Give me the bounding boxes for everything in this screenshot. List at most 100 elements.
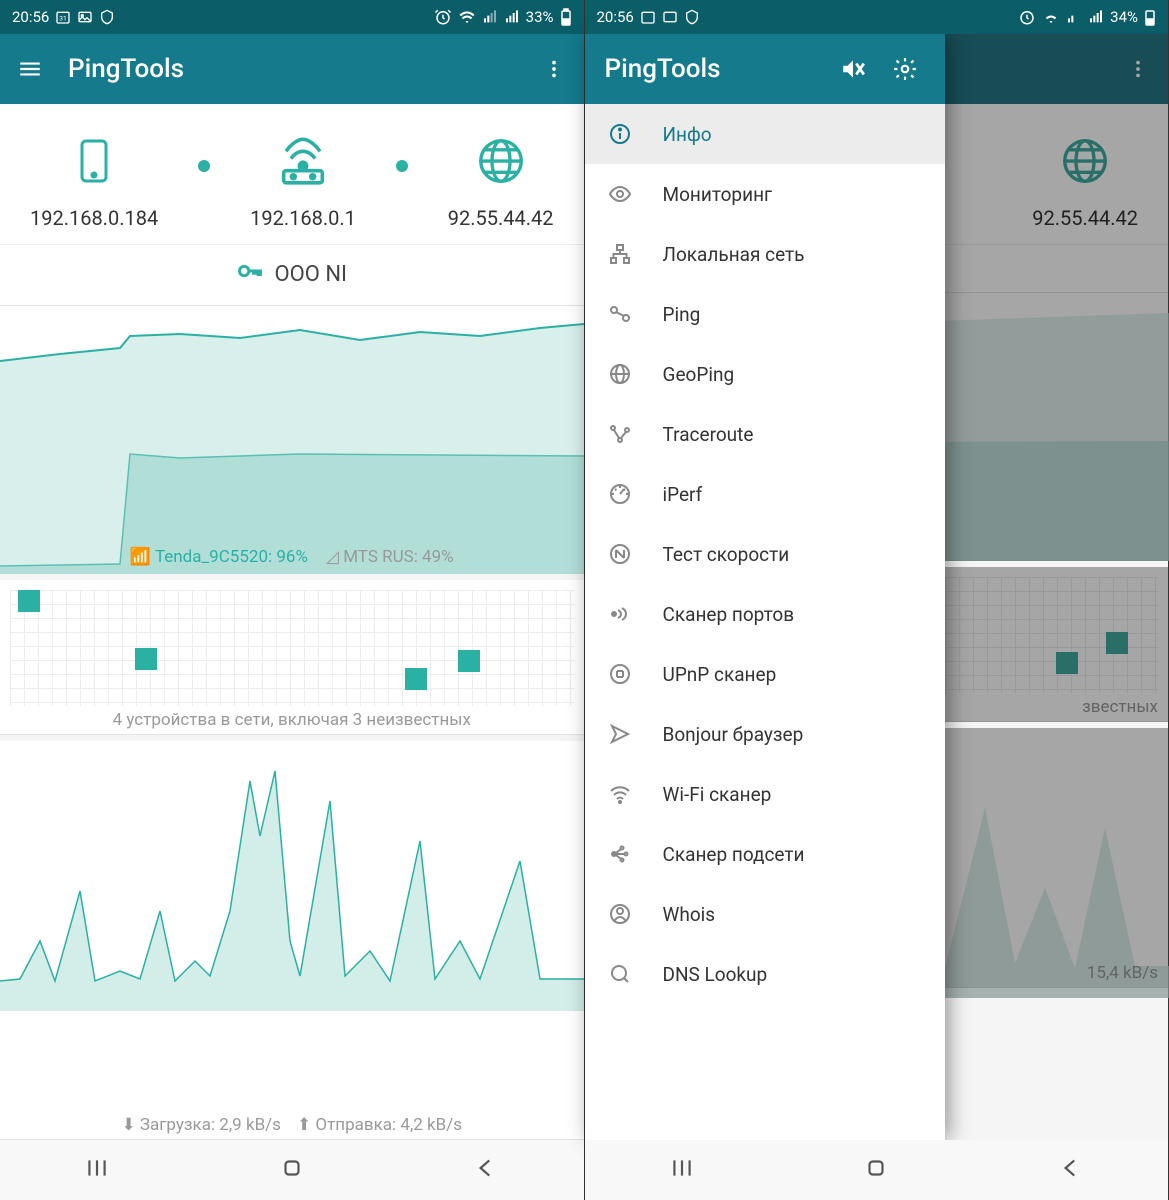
drawer-item-label: Ping	[663, 303, 701, 326]
drawer-item-traceroute[interactable]: Traceroute	[585, 404, 945, 464]
bonjour-icon	[605, 722, 635, 746]
upload-icon: ⬆	[297, 1115, 311, 1135]
wan-ip: 92.55.44.42	[448, 206, 554, 230]
signal-icon-2	[1088, 9, 1104, 25]
drawer-item-bonjour[interactable]: Bonjour браузер	[585, 704, 945, 764]
router-ip-block[interactable]: 192.168.0.1	[250, 132, 356, 230]
devices-chart[interactable]: 4 устройства в сети, включая 3 неизвестн…	[0, 580, 584, 735]
overflow-menu-button[interactable]	[534, 49, 574, 89]
device-marker	[405, 668, 427, 690]
wifi-icon	[605, 782, 635, 806]
phone-left: 20:56 31 33%	[0, 0, 585, 1200]
status-time: 20:56	[597, 8, 634, 26]
devices-summary-label: 4 устройства в сети, включая 3 неизвестн…	[0, 710, 584, 730]
signal-icon	[482, 9, 498, 25]
drawer-item-dns-lookup[interactable]: DNS Lookup	[585, 944, 945, 1004]
back-button[interactable]	[473, 1155, 499, 1185]
navigation-drawer: PingTools Инфо Мониторинг Локальная сеть	[585, 34, 945, 1140]
overflow-menu-button-bg	[1118, 49, 1158, 89]
drawer-item-label: Whois	[663, 903, 716, 926]
eye-icon	[605, 182, 635, 206]
image-icon	[77, 9, 93, 25]
globe-icon-bg	[1058, 132, 1112, 194]
back-button[interactable]	[1058, 1155, 1084, 1185]
wifi-icon	[458, 8, 476, 26]
traceroute-icon	[605, 422, 635, 446]
battery-icon	[1144, 8, 1156, 26]
drawer-header: PingTools	[585, 34, 945, 104]
device-marker	[18, 590, 40, 612]
drawer-item-wifi-scanner[interactable]: Wi-Fi сканер	[585, 764, 945, 824]
isp-row[interactable]: OOO NI	[0, 245, 584, 306]
drawer-item-lan[interactable]: Локальная сеть	[585, 224, 945, 284]
recents-button[interactable]	[669, 1155, 695, 1185]
cell-small-icon: ◿	[326, 547, 339, 567]
drawer-item-subnet-scanner[interactable]: Сканер подсети	[585, 824, 945, 884]
speed-icon	[605, 542, 635, 566]
alarm-icon	[1018, 8, 1036, 26]
signal-chart[interactable]: 📶 Tenda_9C5520: 96% ◿ MTS RUS: 49%	[0, 306, 584, 574]
drawer-item-label: Wi-Fi сканер	[663, 783, 772, 806]
drawer-item-iperf[interactable]: iPerf	[585, 464, 945, 524]
drawer-item-label: Инфо	[663, 123, 712, 146]
drawer-item-portscanner[interactable]: Сканер портов	[585, 584, 945, 644]
upload-label: Отправка: 4,2 kB/s	[315, 1115, 462, 1135]
shield-icon	[684, 9, 700, 25]
drawer-item-label: GeoPing	[663, 363, 735, 386]
drawer-item-label: Мониторинг	[663, 183, 773, 206]
traffic-chart[interactable]: ⬇ Загрузка: 2,9 kB/s ⬆ Отправка: 4,2 kB/…	[0, 741, 584, 1140]
alarm-icon	[434, 8, 452, 26]
drawer-item-info[interactable]: Инфо	[585, 104, 945, 164]
battery-icon	[560, 8, 572, 26]
download-label: Загрузка: 2,9 kB/s	[140, 1115, 281, 1135]
subnet-icon	[605, 842, 635, 866]
whois-icon	[605, 902, 635, 926]
ports-icon	[605, 602, 635, 626]
network-summary[interactable]: 192.168.0.184 192.168.0.1 92.55.44.42	[0, 104, 584, 245]
geoping-icon	[605, 362, 635, 386]
app-bar: PingTools	[0, 34, 584, 104]
signal-icon	[1066, 9, 1082, 25]
wan-ip-block[interactable]: 92.55.44.42	[448, 132, 554, 230]
drawer-item-speedtest[interactable]: Тест скорости	[585, 524, 945, 584]
upnp-icon	[605, 662, 635, 686]
mute-button[interactable]	[833, 56, 873, 82]
settings-button[interactable]	[885, 56, 925, 82]
home-button[interactable]	[279, 1155, 305, 1185]
svg-text:31: 31	[60, 14, 67, 22]
wifi-icon	[1042, 8, 1060, 26]
dns-icon	[605, 962, 635, 986]
drawer-item-label: Сканер портов	[663, 603, 795, 626]
android-nav-bar	[0, 1140, 584, 1200]
device-marker	[135, 648, 157, 670]
drawer-item-upnp[interactable]: UPnP сканер	[585, 644, 945, 704]
download-icon: ⬇	[121, 1115, 135, 1135]
shield-icon	[99, 9, 115, 25]
upload-fragment: 15,4 kB/s	[1087, 963, 1158, 983]
drawer-item-label: iPerf	[663, 483, 703, 506]
device-ip-block[interactable]: 192.168.0.184	[30, 132, 158, 230]
globe-icon	[474, 132, 528, 194]
drawer-item-label: DNS Lookup	[663, 963, 768, 986]
drawer-item-label: UPnP сканер	[663, 663, 777, 686]
home-button[interactable]	[863, 1155, 889, 1185]
connection-dot-icon	[396, 160, 408, 172]
drawer-item-label: Bonjour браузер	[663, 723, 804, 746]
traffic-labels: ⬇ Загрузка: 2,9 kB/s ⬆ Отправка: 4,2 kB/…	[0, 1115, 584, 1135]
drawer-item-monitoring[interactable]: Мониторинг	[585, 164, 945, 224]
drawer-list[interactable]: Инфо Мониторинг Локальная сеть Ping GeoP…	[585, 104, 945, 1140]
cell-signal-label: MTS RUS: 49%	[343, 547, 453, 567]
drawer-item-geoping[interactable]: GeoPing	[585, 344, 945, 404]
status-battery: 33%	[526, 8, 554, 26]
isp-name: OOO NI	[274, 262, 347, 287]
drawer-item-ping[interactable]: Ping	[585, 284, 945, 344]
image-icon	[662, 9, 678, 25]
lan-icon	[605, 242, 635, 266]
router-ip: 192.168.0.1	[250, 206, 356, 230]
menu-button[interactable]	[10, 49, 50, 89]
drawer-item-whois[interactable]: Whois	[585, 884, 945, 944]
status-time: 20:56	[12, 8, 49, 26]
device-ip: 192.168.0.184	[30, 206, 158, 230]
recents-button[interactable]	[84, 1155, 110, 1185]
gauge-icon	[605, 482, 635, 506]
